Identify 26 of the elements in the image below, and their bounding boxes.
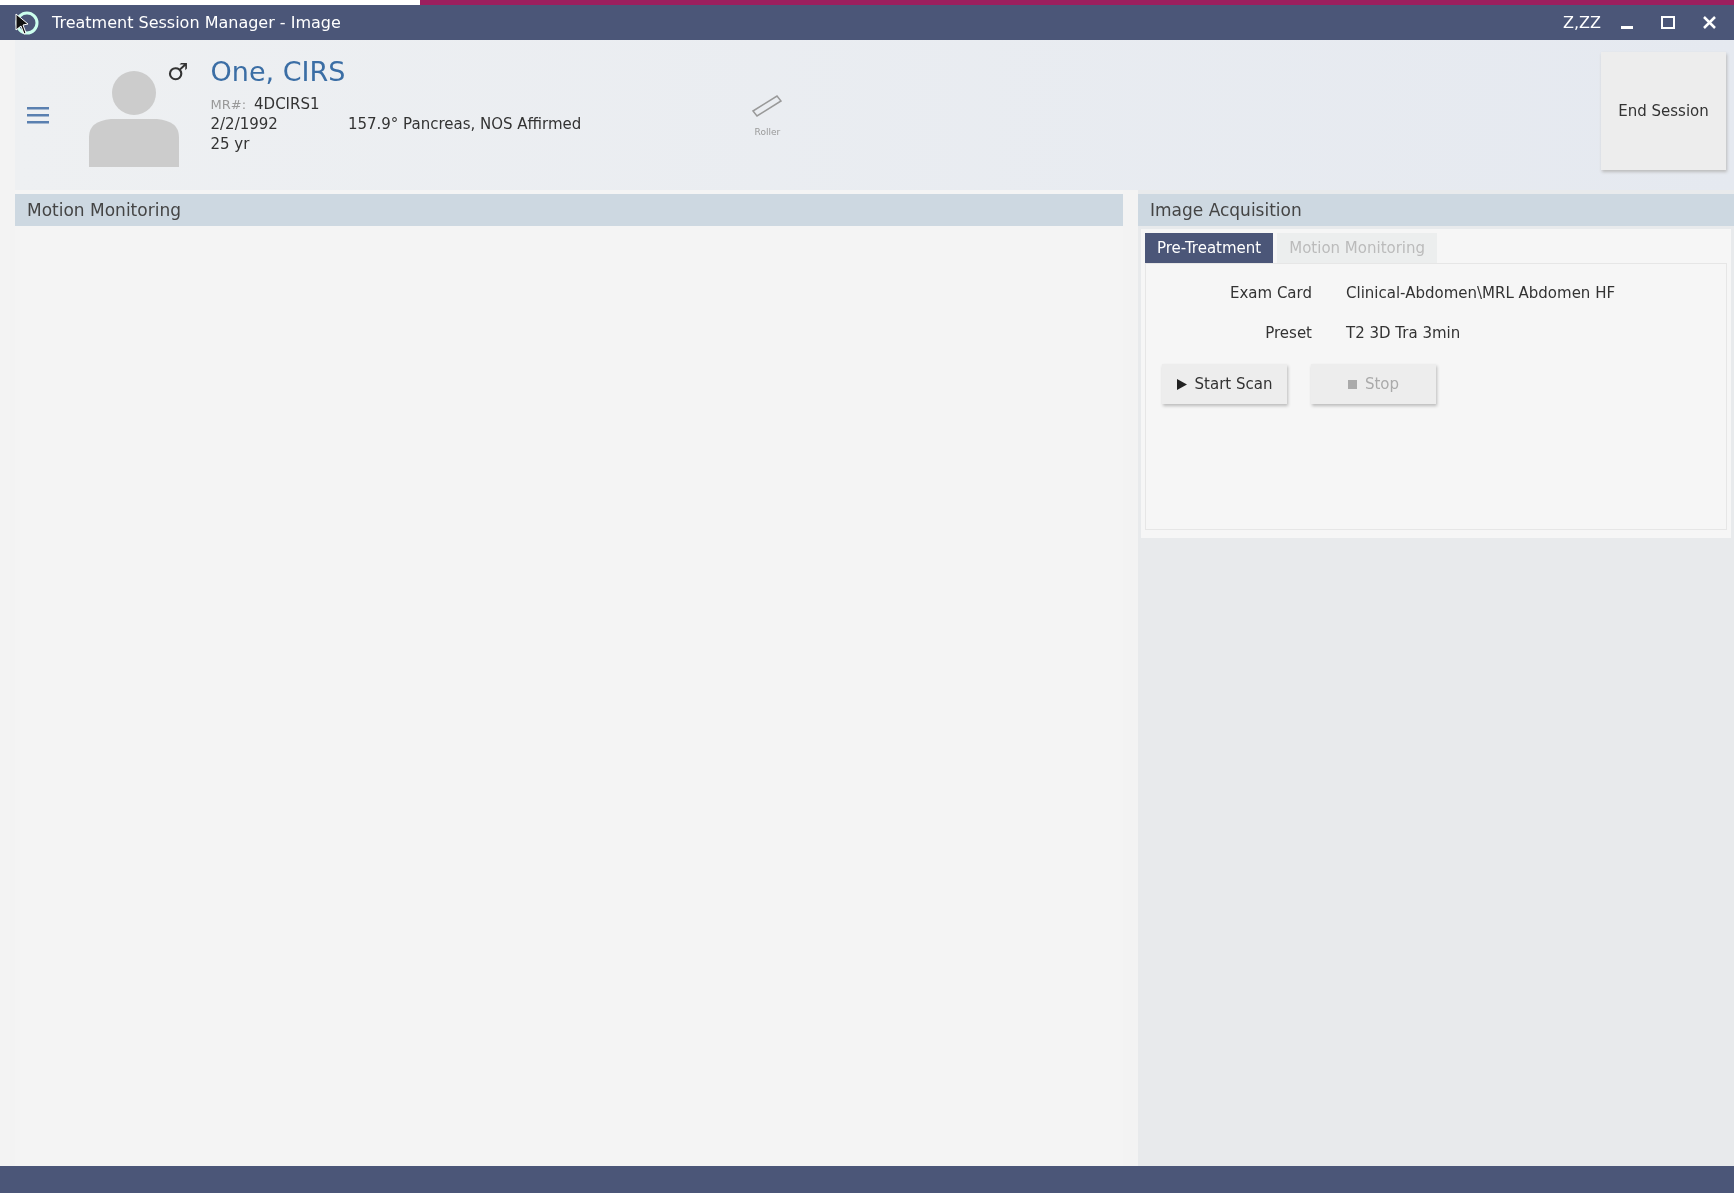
stop-icon	[1347, 379, 1357, 389]
panel-header: Image Acquisition	[1138, 194, 1734, 226]
patient-name: One, CIRS	[210, 56, 347, 87]
menu-icon[interactable]	[27, 106, 49, 124]
maximize-icon	[1661, 16, 1675, 29]
field-label: Preset	[1264, 324, 1312, 342]
birth-date: 2/2/1992	[210, 115, 278, 133]
window-title: Treatment Session Manager - Image	[52, 13, 342, 32]
treatment-info: 157.9° Pancreas, NOS Affirmed	[347, 115, 582, 133]
close-icon	[1703, 16, 1716, 29]
field-value: T2 3D Tra 3min	[1346, 324, 1462, 342]
tool-label: Roller	[754, 127, 781, 137]
field-label: Exam Card	[1228, 284, 1312, 302]
tab[interactable]: Pre-Treatment	[1145, 233, 1274, 263]
field-value: Clinical-Abdomen\MRL Abdomen HF	[1346, 284, 1617, 302]
start-scan-button[interactable]: Start Scan	[1162, 364, 1287, 404]
patient-age: 25 yr	[210, 135, 251, 153]
minimize-icon	[1621, 25, 1633, 29]
mr-number: 4DCIRS1	[254, 95, 320, 113]
app-logo-icon	[14, 9, 40, 36]
panel-header: Motion Monitoring	[15, 194, 1123, 226]
end-session-button[interactable]: End Session	[1601, 52, 1726, 170]
play-icon	[1176, 378, 1187, 390]
mr-label: MR#:	[210, 97, 247, 112]
sex-symbol: ♂	[167, 58, 189, 86]
user-initials: Z,ZZ	[1563, 13, 1601, 32]
